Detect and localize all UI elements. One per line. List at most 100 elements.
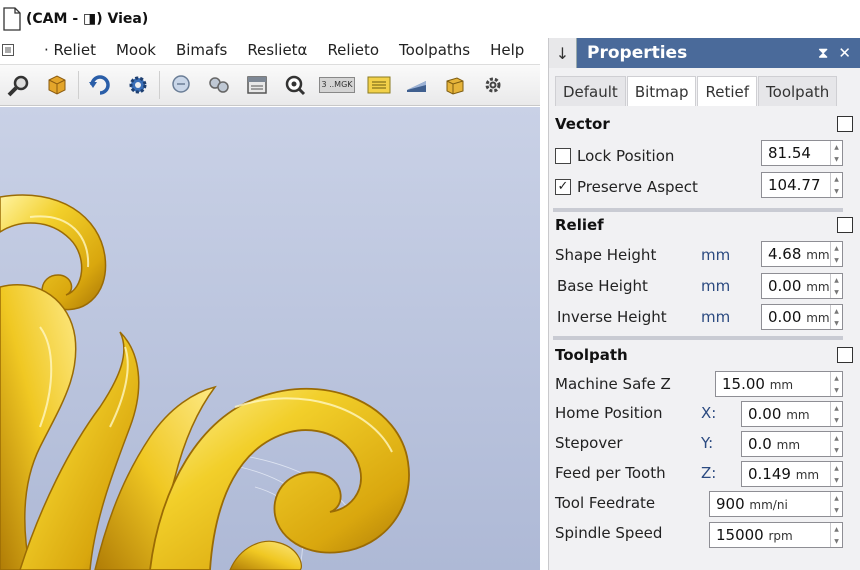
spinner-arrows-icon[interactable]: ▲ ▼ [830, 305, 842, 329]
inverse-height-field[interactable]: 0.00 mm ▲ ▼ [761, 304, 843, 330]
rotate-tool-icon[interactable] [85, 70, 115, 100]
tab-bitmap[interactable]: Bitmap [626, 76, 697, 106]
stepover-field[interactable]: 0.0 mm ▲ ▼ [741, 431, 843, 457]
cam-app: (CAM - ◨) Viea) · Reliet Mook Bimafs Res… [0, 0, 860, 570]
tool-feedrate-value-unit: mm/ni [749, 498, 788, 512]
machine-safe-z-field[interactable]: 15.00 mm ▲ ▼ [715, 371, 843, 397]
tab-relief[interactable]: Retief [697, 76, 758, 106]
spinner-arrows-icon[interactable]: ▲ ▼ [830, 402, 842, 426]
feed-per-tooth-field[interactable]: 0.149 mm ▲ ▼ [741, 461, 843, 487]
stamp-tool-label: 3 ..MGK [319, 77, 355, 93]
preserve-aspect-checkbox[interactable]: ✓ [555, 178, 571, 195]
menu-relieto[interactable]: Relieto [317, 41, 389, 59]
vector-header: Vector [555, 110, 853, 138]
toolpath-toggle[interactable] [837, 347, 853, 363]
toolbar-separator [78, 71, 79, 99]
lock-position-checkbox[interactable] [555, 147, 571, 164]
menu-grip-icon[interactable] [0, 42, 16, 58]
vector-section: Vector Lock Position ✓ Preserve Aspect 8… [555, 110, 853, 202]
settings-tool-icon[interactable] [478, 70, 508, 100]
preserve-aspect-field[interactable]: 104.77 ▲ ▼ [761, 172, 843, 198]
inverse-height-value-unit: mm [806, 311, 830, 325]
properties-panel: ↓ Properties ⧗ ✕ Default Bitmap Retief T… [548, 38, 860, 570]
menu-bitmaps[interactable]: Bimafs [166, 41, 237, 59]
vector-title: Vector [555, 115, 610, 133]
stamp-tool-icon[interactable]: 3 ..MGK [318, 70, 356, 100]
title-bar: (CAM - ◨) Viea) [0, 0, 540, 38]
toolbar-separator [159, 71, 160, 99]
search-tool-icon[interactable] [4, 70, 34, 100]
base-height-label: Base Height [557, 276, 648, 295]
spinner-arrows-icon[interactable]: ▲ ▼ [830, 462, 842, 486]
comment-tool-icon[interactable] [166, 70, 196, 100]
panel-tabs: Default Bitmap Retief Toolpath [555, 76, 855, 106]
section-divider [553, 336, 843, 340]
spinner-arrows-icon[interactable]: ▲ ▼ [830, 242, 842, 266]
toolpath-header: Toolpath [555, 341, 853, 369]
list-tool-icon[interactable] [364, 70, 394, 100]
shape-height-value: 4.68 [768, 245, 802, 263]
calculator-tool-icon[interactable] [242, 70, 272, 100]
home-position-axis: X: [701, 404, 717, 422]
cube-tool-icon[interactable] [42, 70, 72, 100]
spinner-arrows-icon[interactable]: ▲ ▼ [830, 372, 842, 396]
shape-height-label: Shape Height [555, 245, 657, 264]
lock-position-field[interactable]: 81.54 ▲ ▼ [761, 140, 843, 166]
document-icon [2, 7, 22, 31]
box-tool-icon[interactable] [440, 70, 470, 100]
feed-per-tooth-value: 0.149 [748, 465, 791, 483]
base-height-field[interactable]: 0.00 mm ▲ ▼ [761, 273, 843, 299]
feed-per-tooth-label: Feed per Tooth [555, 464, 666, 482]
tool-feedrate-field[interactable]: 900 mm/ni ▲ ▼ [709, 491, 843, 517]
home-position-value: 0.00 [748, 405, 782, 423]
home-position-label: Home Position [555, 404, 663, 422]
tab-default[interactable]: Default [555, 76, 626, 106]
dock-icon[interactable]: ⧗ [818, 44, 829, 62]
shape-height-field[interactable]: 4.68 mm ▲ ▼ [761, 241, 843, 267]
spinner-arrows-icon[interactable]: ▲ ▼ [830, 432, 842, 456]
pin-icon[interactable]: ↓ [549, 38, 577, 68]
stepover-value: 0.0 [748, 435, 772, 453]
menu-relief[interactable]: · Reliet [16, 41, 106, 59]
window-title: (CAM - ◨) Viea) [26, 11, 149, 27]
tool-feedrate-value: 900 [716, 495, 745, 513]
spinner-arrows-icon[interactable]: ▲ ▼ [830, 492, 842, 516]
panel-title: Properties [587, 43, 688, 63]
relief-title: Relief [555, 216, 604, 234]
menu-reliefs[interactable]: Reslietα [237, 41, 317, 59]
vector-toggle[interactable] [837, 116, 853, 132]
plane-tool-icon[interactable] [402, 70, 432, 100]
stepover-axis: Y: [701, 434, 714, 452]
spinner-arrows-icon[interactable]: ▲ ▼ [830, 274, 842, 298]
base-height-value: 0.00 [768, 277, 802, 295]
gear-tool-icon[interactable] [123, 70, 153, 100]
spinner-arrows-icon[interactable]: ▲ ▼ [830, 173, 842, 197]
relief-toggle[interactable] [837, 217, 853, 233]
spindle-speed-value-unit: rpm [768, 529, 793, 543]
lock-position-value: 81.54 [768, 144, 811, 162]
machine-safe-z-label: Machine Safe Z [555, 374, 671, 393]
link-tool-icon[interactable] [204, 70, 234, 100]
inverse-height-label: Inverse Height [557, 307, 667, 326]
spinner-arrows-icon[interactable]: ▲ ▼ [830, 141, 842, 165]
base-height-unit: mm [701, 276, 731, 295]
preserve-aspect-label: Preserve Aspect [577, 177, 698, 196]
tab-toolpath[interactable]: Toolpath [758, 76, 838, 106]
menu-help[interactable]: Help [480, 41, 534, 59]
inverse-height-unit: mm [701, 307, 731, 326]
shape-height-value-unit: mm [806, 248, 830, 262]
panel-header: ↓ Properties ⧗ ✕ [549, 38, 860, 68]
tool-feedrate-label: Tool Feedrate [555, 494, 656, 512]
menu-toolpaths[interactable]: Toolpaths [389, 41, 480, 59]
spindle-speed-label: Spindle Speed [555, 524, 663, 542]
zoom-tool-icon[interactable] [280, 70, 310, 100]
relief-viewport[interactable] [0, 107, 540, 570]
spindle-speed-field[interactable]: 15000 rpm ▲ ▼ [709, 522, 843, 548]
main-toolbar: 3 ..MGK [0, 64, 540, 106]
menu-model[interactable]: Mook [106, 41, 166, 59]
stepover-label: Stepover [555, 434, 623, 452]
spinner-arrows-icon[interactable]: ▲ ▼ [830, 523, 842, 547]
toolpath-section: Toolpath Machine Safe Z Home Position X:… [555, 341, 853, 548]
close-icon[interactable]: ✕ [838, 44, 851, 62]
home-position-field[interactable]: 0.00 mm ▲ ▼ [741, 401, 843, 427]
